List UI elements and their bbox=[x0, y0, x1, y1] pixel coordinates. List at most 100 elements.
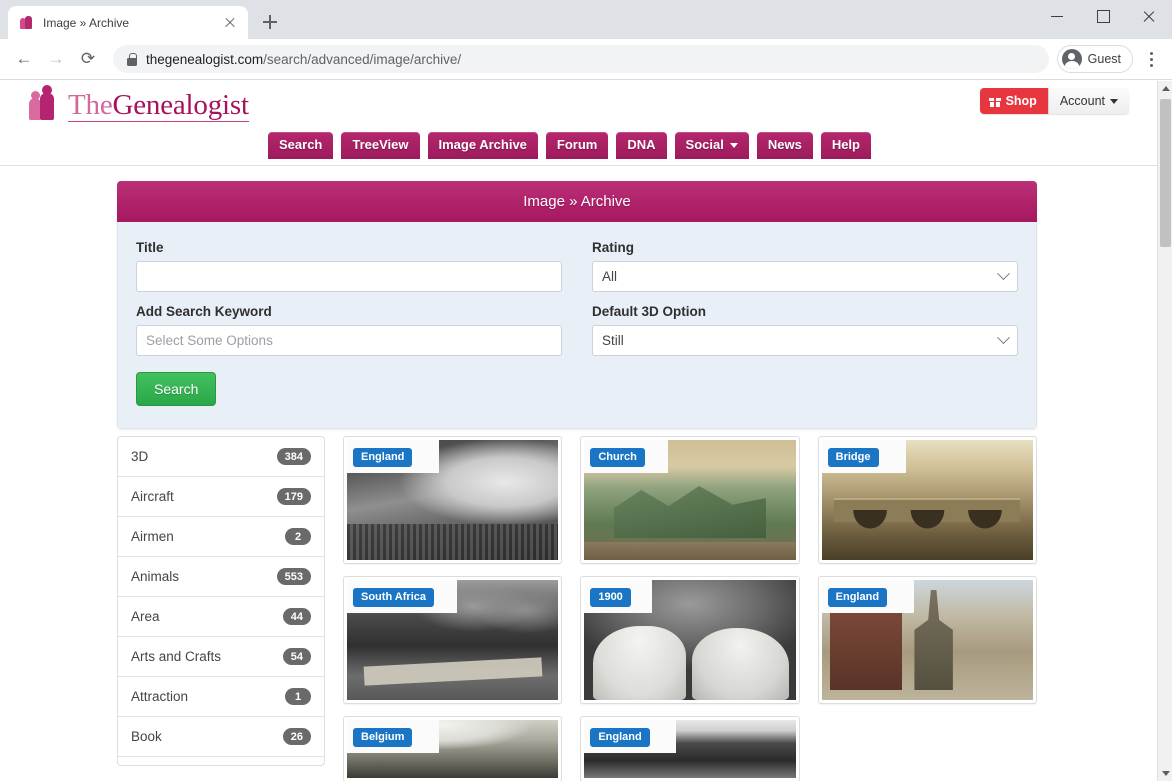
sidebar-item-area[interactable]: Area 44 bbox=[118, 597, 324, 637]
shop-label: Shop bbox=[1005, 94, 1037, 108]
nav-label: Search bbox=[279, 137, 323, 152]
scroll-up-icon[interactable] bbox=[1158, 81, 1172, 96]
nav-item-news[interactable]: News bbox=[756, 132, 813, 160]
browser-titlebar: Image » Archive bbox=[0, 0, 1172, 39]
address-bar[interactable]: thegenealogist.com/search/advanced/image… bbox=[113, 45, 1049, 73]
account-button[interactable]: Account bbox=[1047, 88, 1129, 114]
page-content: TheGenealogist Shop Account Search TreeV… bbox=[0, 81, 1157, 781]
sidebar-item-airmen[interactable]: Airmen 2 bbox=[118, 517, 324, 557]
maximize-window-icon[interactable] bbox=[1080, 0, 1126, 32]
image-card[interactable]: South Africa bbox=[343, 576, 563, 704]
nav-item-image-archive[interactable]: Image Archive bbox=[427, 132, 538, 160]
image-card[interactable]: England bbox=[343, 436, 563, 564]
category-count: 553 bbox=[276, 568, 311, 585]
default-3d-select[interactable]: Still bbox=[592, 325, 1018, 356]
browser-tab[interactable]: Image » Archive bbox=[8, 6, 248, 39]
panel-heading: Image » Archive bbox=[117, 181, 1037, 222]
site-header: TheGenealogist Shop Account bbox=[0, 81, 1157, 132]
panel-right-column: Rating All Default 3D Option Still bbox=[592, 240, 1018, 406]
chevron-down-icon bbox=[997, 267, 1010, 281]
keyword-input[interactable]: Select Some Options bbox=[136, 325, 562, 356]
sidebar-item-brand[interactable]: Brand2 bbox=[118, 757, 324, 765]
sidebar-item-arts-and-crafts[interactable]: Arts and Crafts 54 bbox=[118, 637, 324, 677]
nav-item-treeview[interactable]: TreeView bbox=[341, 132, 420, 160]
card-badge: Church bbox=[590, 448, 645, 467]
image-card[interactable]: Church bbox=[580, 436, 800, 564]
nav-item-help[interactable]: Help bbox=[820, 132, 871, 160]
gift-icon bbox=[988, 95, 1001, 107]
minimize-window-icon[interactable] bbox=[1034, 0, 1080, 32]
url-path: /search/advanced/image/archive/ bbox=[263, 51, 462, 67]
category-label: Animals bbox=[131, 569, 180, 584]
search-button[interactable]: Search bbox=[136, 372, 217, 406]
nav-item-dna[interactable]: DNA bbox=[616, 132, 667, 160]
sidebar-item-attraction[interactable]: Attraction 1 bbox=[118, 677, 324, 717]
nav-item-forum[interactable]: Forum bbox=[545, 132, 609, 160]
page-scrollbar[interactable] bbox=[1157, 81, 1172, 781]
url-text: thegenealogist.com/search/advanced/image… bbox=[146, 52, 461, 67]
keyword-placeholder: Select Some Options bbox=[146, 333, 273, 348]
image-card[interactable]: Bridge bbox=[817, 436, 1037, 564]
site-logo[interactable]: TheGenealogist bbox=[28, 85, 250, 123]
browser-window: Image » Archive ← → ⟳ thegenealogist.com… bbox=[0, 0, 1172, 781]
card-badge: England bbox=[353, 448, 413, 467]
card-badge: Belgium bbox=[353, 728, 413, 747]
image-card[interactable]: England bbox=[817, 576, 1037, 704]
chevron-down-icon bbox=[997, 331, 1010, 345]
browser-toolbar: ← → ⟳ thegenealogist.com/search/advanced… bbox=[0, 39, 1172, 80]
nav-label: Help bbox=[831, 137, 860, 152]
scrollbar-thumb[interactable] bbox=[1160, 99, 1171, 247]
sidebar-item-3d[interactable]: 3D 384 bbox=[118, 437, 324, 477]
browser-menu-icon[interactable] bbox=[1139, 45, 1163, 73]
forward-icon[interactable]: → bbox=[41, 44, 71, 74]
rating-label: Rating bbox=[592, 240, 634, 255]
new-tab-button[interactable] bbox=[256, 8, 284, 36]
logo-genealogist: Genealogist bbox=[112, 88, 250, 121]
category-count: 54 bbox=[282, 648, 311, 665]
card-thumbnail: Belgium bbox=[347, 720, 559, 778]
profile-button[interactable]: Guest bbox=[1056, 45, 1133, 73]
results-column-2: Church 1900 England bbox=[580, 436, 800, 781]
category-count: 44 bbox=[282, 608, 311, 625]
search-panel: Image » Archive Title Add Search Keyword… bbox=[117, 181, 1037, 429]
card-badge: England bbox=[590, 728, 650, 747]
card-thumbnail: England bbox=[347, 440, 559, 560]
logo-wordmark: TheGenealogist bbox=[68, 88, 250, 123]
category-count: 384 bbox=[276, 448, 311, 465]
default-3d-value: Still bbox=[602, 333, 624, 348]
nav-item-social[interactable]: Social bbox=[674, 132, 749, 160]
account-label: Account bbox=[1059, 94, 1105, 108]
close-tab-icon[interactable] bbox=[222, 15, 238, 31]
sidebar-item-aircraft[interactable]: Aircraft 179 bbox=[118, 477, 324, 517]
image-card[interactable]: England bbox=[580, 716, 800, 781]
account-group: Shop Account bbox=[979, 88, 1129, 114]
results-area: 3D 384 Aircraft 179 Airmen 2 Animals 553 Are… bbox=[117, 436, 1037, 781]
image-card[interactable]: Belgium bbox=[343, 716, 563, 781]
image-card[interactable]: 1900 bbox=[580, 576, 800, 704]
category-count: 1 bbox=[285, 688, 311, 705]
keyword-label: Add Search Keyword bbox=[136, 304, 272, 319]
close-window-icon[interactable] bbox=[1126, 0, 1172, 32]
title-input[interactable] bbox=[136, 261, 562, 292]
scroll-down-icon[interactable] bbox=[1158, 766, 1172, 781]
card-thumbnail: England bbox=[821, 580, 1033, 700]
category-count: 26 bbox=[282, 728, 311, 745]
reload-icon[interactable]: ⟳ bbox=[73, 44, 103, 74]
panel-left-column: Title Add Search Keyword Select Some Opt… bbox=[136, 240, 562, 406]
window-controls bbox=[1034, 0, 1172, 32]
nav-item-search[interactable]: Search bbox=[268, 132, 334, 160]
sidebar-item-book[interactable]: Book 26 bbox=[118, 717, 324, 757]
tab-title: Image » Archive bbox=[43, 15, 130, 30]
card-badge: Bridge bbox=[827, 448, 879, 467]
chevron-down-icon bbox=[729, 142, 738, 148]
category-label: Area bbox=[131, 609, 160, 624]
category-sidebar: 3D 384 Aircraft 179 Airmen 2 Animals 553 Are… bbox=[117, 436, 325, 766]
sidebar-item-animals[interactable]: Animals 553 bbox=[118, 557, 324, 597]
profile-label: Guest bbox=[1087, 52, 1121, 66]
card-thumbnail: Bridge bbox=[821, 440, 1033, 560]
category-label: Book bbox=[131, 729, 162, 744]
rating-select[interactable]: All bbox=[592, 261, 1018, 292]
back-icon[interactable]: ← bbox=[9, 44, 39, 74]
card-thumbnail: Church bbox=[584, 440, 796, 560]
shop-button[interactable]: Shop bbox=[979, 88, 1048, 114]
